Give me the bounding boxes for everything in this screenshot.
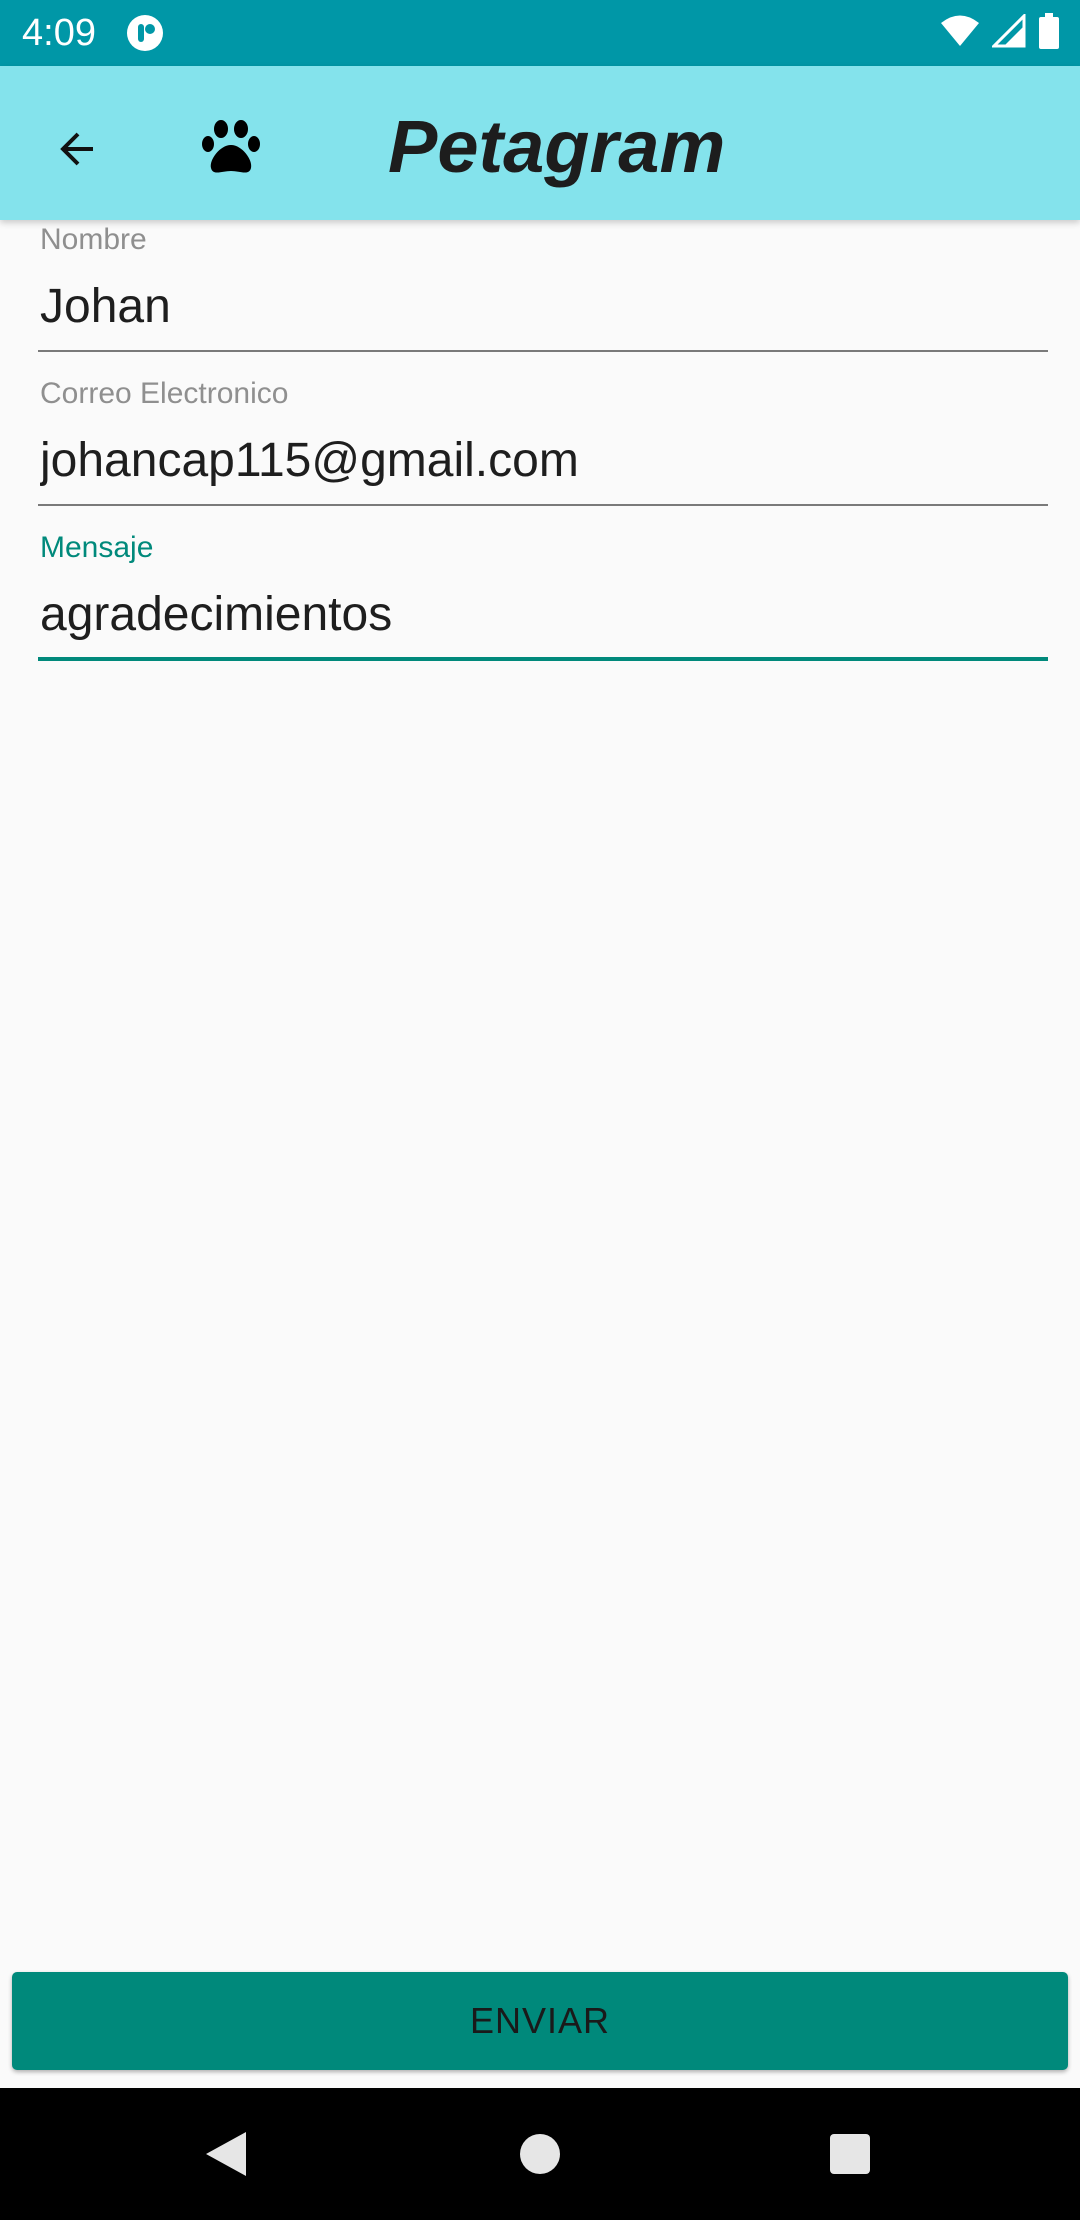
back-button[interactable] [40,112,114,186]
message-input[interactable] [38,578,1048,650]
screen: 4:09 Petagram Nombre Johan Correo Electr… [0,0,1080,2220]
send-button[interactable]: ENVIAR [12,1972,1068,2070]
status-icons [940,11,1060,54]
nav-back-icon[interactable] [204,2130,248,2178]
message-field-label: Mensaje [40,531,154,564]
status-bar: 4:09 [0,0,1080,66]
name-field-underline [38,350,1048,352]
wifi-icon [940,14,980,53]
status-time: 4:09 [22,12,96,54]
name-field-label: Nombre [40,223,147,256]
navigation-bar [0,2088,1080,2220]
email-field[interactable]: Correo Electronico [38,376,1048,508]
email-field-underline [38,504,1048,506]
message-field-underline [38,657,1048,661]
email-input[interactable] [38,424,1048,496]
back-arrow-icon [60,132,93,166]
battery-icon [1038,12,1060,54]
name-field[interactable]: Nombre [38,222,1048,354]
cellular-signal-icon [990,11,1026,53]
app-bar: Petagram [0,66,1080,220]
nav-home-icon[interactable] [520,2134,560,2174]
nav-recents-icon[interactable] [830,2134,870,2174]
app-notification-icon [126,14,164,52]
email-field-label: Correo Electronico [40,377,289,410]
name-input[interactable] [38,270,1048,342]
message-field[interactable]: Mensaje [38,530,1048,664]
paw-icon [198,114,264,180]
app-title: Petagram [388,105,726,188]
